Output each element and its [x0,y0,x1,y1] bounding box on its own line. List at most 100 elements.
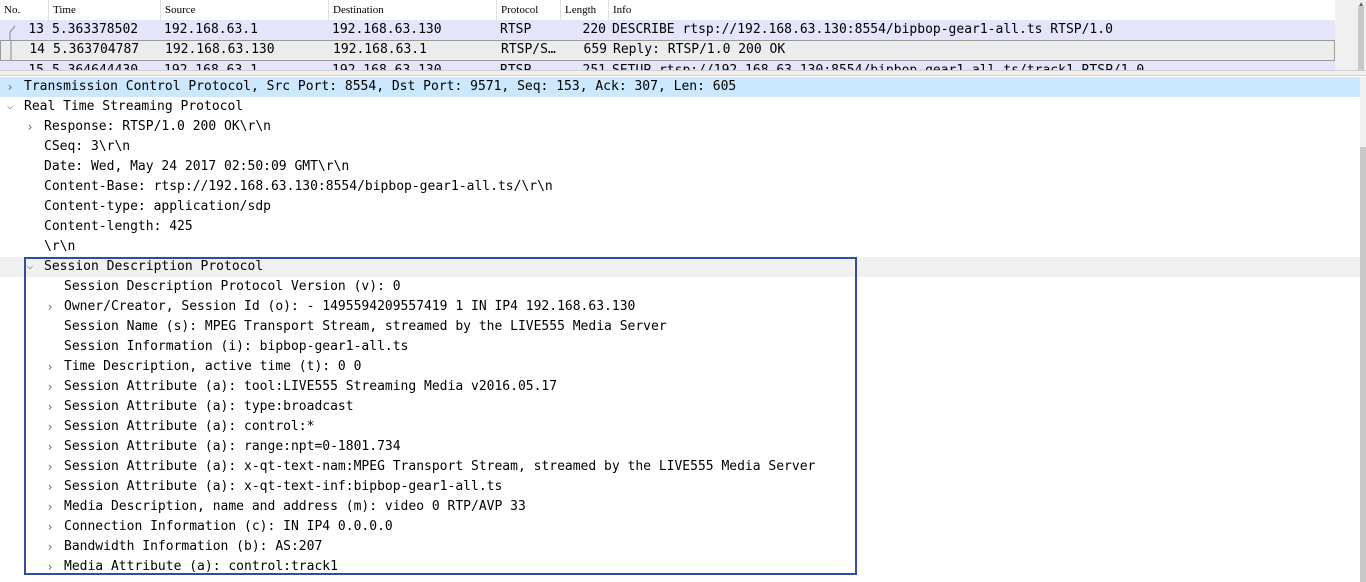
tree-item-label: Connection Information (c): IN IP4 0.0.0… [64,519,393,534]
packet-row[interactable]: 13 5.363378502 192.168.63.1 192.168.63.1… [0,20,1335,40]
tree-item-field[interactable]: › Owner/Creator, Session Id (o): - 149559… [0,297,1360,317]
column-header-destination[interactable]: Destination [328,0,496,20]
packet-no: 14 [29,42,45,57]
chevron-down-icon[interactable]: ⌵ [4,97,16,117]
packet-details-tree[interactable]: › Transmission Control Protocol, Src Por… [0,77,1360,582]
tree-item-field[interactable]: › Session Attribute (a): range:npt=0-1801… [0,437,1360,457]
tree-item-label: Session Description Protocol [44,259,264,274]
chevron-down-icon[interactable]: ⌵ [24,257,36,277]
packet-protocol: RTSP [500,61,531,70]
tree-item-field[interactable]: › Media Description, name and address (m)… [0,497,1360,517]
packet-time: 5.363704787 [53,42,140,57]
column-header-info[interactable]: Info [608,0,1335,20]
tree-item-field[interactable]: › Media Attribute (a): control:track1 [0,557,1360,577]
tree-item-field[interactable]: Session Name (s): MPEG Transport Stream,… [0,317,1360,337]
tree-item-label: Content-type: application/sdp [44,199,271,214]
chevron-right-icon[interactable]: › [44,517,56,537]
chevron-right-icon[interactable]: › [44,557,56,577]
chevron-right-icon[interactable]: › [44,377,56,397]
packet-list-scrollbar[interactable]: ▲ [1335,0,1366,70]
tree-item-label: Session Attribute (a): control:* [64,419,315,434]
tree-item-field[interactable]: Content-length: 425 [0,217,1360,237]
tree-item-field[interactable]: Session Description Protocol Version (v)… [0,277,1360,297]
tree-item-label: Content-length: 425 [44,219,193,234]
column-header-no[interactable]: No. [0,0,48,20]
tree-item-label: Real Time Streaming Protocol [24,99,244,114]
chevron-right-icon[interactable]: › [44,417,56,437]
tree-item-label: Date: Wed, May 24 2017 02:50:09 GMT\r\n [44,159,350,174]
tree-item-field[interactable]: › Time Description, active time (t): 0 0 [0,357,1360,377]
column-header-protocol[interactable]: Protocol [496,0,560,20]
packet-info: SETUP rtsp://192.168.63.130:8554/bipbop-… [612,61,1144,70]
packet-destination: 192.168.63.130 [332,61,442,70]
chevron-right-icon[interactable]: › [44,497,56,517]
column-header-source[interactable]: Source [160,0,328,20]
details-scrollbar[interactable] [1360,77,1366,582]
chevron-right-icon[interactable]: › [44,477,56,497]
tree-item-field[interactable]: › Connection Information (c): IN IP4 0.0.… [0,517,1360,537]
tree-item-field[interactable]: › Session Attribute (a): x-qt-text-nam:MP… [0,457,1360,477]
packet-no: 13 [28,22,44,37]
chevron-right-icon[interactable]: › [4,77,16,97]
tree-item-label: Session Attribute (a): range:npt=0-1801.… [64,439,401,454]
packet-protocol: RTSP [500,22,532,37]
tree-item-tcp[interactable]: › Transmission Control Protocol, Src Por… [0,77,1360,97]
packet-time: 5.363378502 [52,22,139,37]
packet-source: 192.168.63.1 [164,61,258,70]
tree-item-label: \r\n [44,239,76,254]
tree-item-label: Transmission Control Protocol, Src Port:… [24,79,737,94]
tree-item-rtsp[interactable]: ⌵ Real Time Streaming Protocol [0,97,1360,117]
packet-source: 192.168.63.1 [164,22,258,37]
tree-item-field[interactable]: › Session Attribute (a): x-qt-text-inf:bi… [0,477,1360,497]
tree-item-label: CSeq: 3\r\n [44,139,131,154]
tree-item-field[interactable]: › Bandwidth Information (b): AS:207 [0,537,1360,557]
tree-item-label: Response: RTSP/1.0 200 OK\r\n [44,119,271,134]
packet-row[interactable]: 15 5.364644430 192.168.63.1 192.168.63.1… [0,61,1335,70]
chevron-right-icon[interactable]: › [24,117,36,137]
packet-time: 5.364644430 [52,61,138,70]
packet-destination: 192.168.63.130 [332,22,442,37]
chevron-right-icon[interactable]: › [44,457,56,477]
chevron-right-icon[interactable]: › [44,537,56,557]
tree-item-field[interactable]: › Session Attribute (a): tool:LIVE555 Str… [0,377,1360,397]
chevron-right-icon[interactable]: › [44,297,56,317]
tree-item-sdp[interactable]: ⌵ Session Description Protocol [0,257,1360,277]
chevron-right-icon[interactable]: › [44,437,56,457]
tree-item-field[interactable]: Content-Base: rtsp://192.168.63.130:8554… [0,177,1360,197]
packet-row-selected[interactable]: 14 5.363704787 192.168.63.130 192.168.63… [0,40,1335,61]
packet-length: 251 [560,61,606,70]
packet-info: Reply: RTSP/1.0 200 OK [613,42,786,57]
chevron-right-icon[interactable]: › [44,397,56,417]
tree-item-field[interactable]: Date: Wed, May 24 2017 02:50:09 GMT\r\n [0,157,1360,177]
scrollbar-thumb[interactable] [1360,147,1366,582]
tree-item-label: Content-Base: rtsp://192.168.63.130:8554… [44,179,553,194]
packet-no: 15 [0,61,44,70]
tree-item-label: Session Description Protocol Version (v)… [64,279,401,294]
packet-list[interactable]: No. Time Source Destination Protocol Len… [0,0,1335,70]
packet-source: 192.168.63.130 [165,42,275,57]
tree-item-label: Session Attribute (a): x-qt-text-inf:bip… [64,479,503,494]
chevron-right-icon[interactable]: › [44,357,56,377]
packet-info: DESCRIBE rtsp://192.168.63.130:8554/bipb… [612,22,1113,37]
column-header-time[interactable]: Time [48,0,160,20]
tree-item-field[interactable]: › Session Attribute (a): type:broadcast [0,397,1360,417]
tree-item-field[interactable]: \r\n [0,237,1360,257]
tree-item-rtsp-response[interactable]: › Response: RTSP/1.0 200 OK\r\n [0,117,1360,137]
tree-item-field[interactable]: Content-type: application/sdp [0,197,1360,217]
pane-splitter[interactable] [0,70,1366,76]
tree-item-label: Media Attribute (a): control:track1 [64,559,338,574]
packet-destination: 192.168.63.1 [333,42,427,57]
scrollbar-thumb[interactable] [1358,6,1364,70]
tree-item-label: Time Description, active time (t): 0 0 [64,359,362,374]
tree-item-label: Session Attribute (a): x-qt-text-nam:MPE… [64,459,816,474]
tree-item-label: Session Name (s): MPEG Transport Stream,… [64,319,667,334]
tree-item-label: Session Attribute (a): tool:LIVE555 Stre… [64,379,558,394]
tree-item-field[interactable]: › Session Attribute (a): control:* [0,417,1360,437]
tree-item-field[interactable]: Session Information (i): bipbop-gear1-al… [0,337,1360,357]
tree-item-label: Media Description, name and address (m):… [64,499,526,514]
tree-item-field[interactable]: CSeq: 3\r\n [0,137,1360,157]
column-header-length[interactable]: Length [560,0,608,20]
packet-list-header: No. Time Source Destination Protocol Len… [0,0,1335,21]
packet-length: 659 [583,42,607,57]
tree-item-label: Owner/Creator, Session Id (o): - 1495594… [64,299,636,314]
